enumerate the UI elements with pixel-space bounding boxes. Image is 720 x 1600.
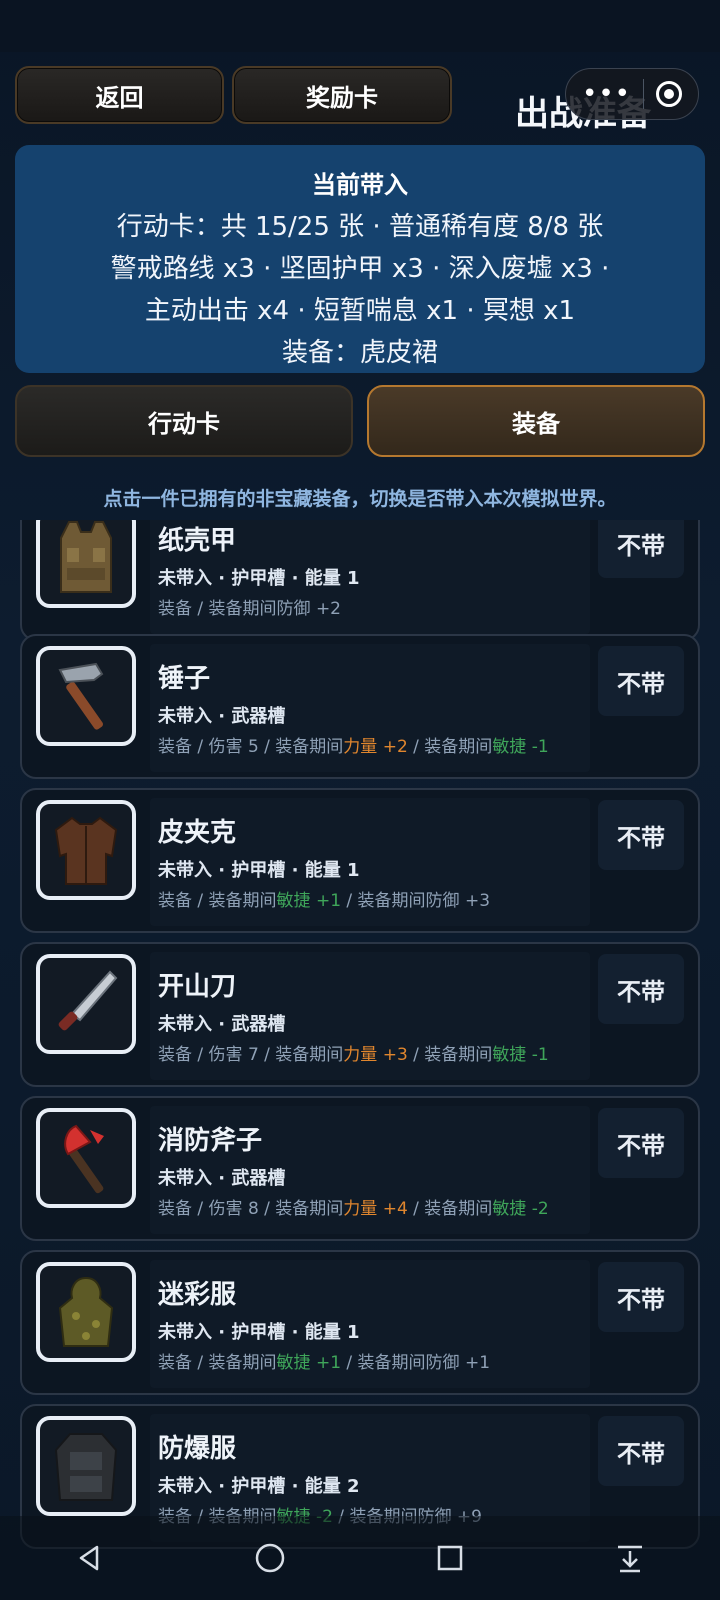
toggle-carry-button[interactable]: 不带 bbox=[598, 646, 684, 716]
item-meta: 未带入 · 护甲槽 · 能量 1 bbox=[158, 860, 360, 881]
ghillie-suit-icon bbox=[58, 1276, 114, 1347]
strength-stat: 力量 +2 bbox=[343, 737, 408, 757]
reward-cards-button[interactable]: 奖励卡 bbox=[232, 66, 452, 124]
item-thumbnail bbox=[36, 954, 136, 1054]
desc-text: / 装备期间防御 +3 bbox=[341, 891, 491, 911]
equipment-card[interactable]: 迷彩服 未带入 · 护甲槽 · 能量 1 装备 / 装备期间敏捷 +1 / 装备… bbox=[20, 1250, 700, 1395]
loadout-heading: 当前带入 bbox=[312, 171, 408, 199]
desc-text: / 装备期间防御 +1 bbox=[341, 1353, 491, 1373]
item-info: 锤子 未带入 · 武器槽 装备 / 伤害 5 / 装备期间力量 +2 / 装备期… bbox=[150, 644, 590, 772]
item-desc: 装备 / 伤害 8 / 装备期间力量 +4 / 装备期间敏捷 -2 bbox=[158, 1194, 549, 1219]
back-label: 返回 bbox=[95, 83, 144, 112]
item-meta: 未带入 · 武器槽 bbox=[158, 1014, 286, 1035]
back-button[interactable]: 返回 bbox=[15, 66, 224, 124]
agility-stat: 敏捷 -2 bbox=[492, 1199, 549, 1219]
item-info: 皮夹克 未带入 · 护甲槽 · 能量 1 装备 / 装备期间敏捷 +1 / 装备… bbox=[150, 798, 590, 926]
item-meta: 未带入 · 武器槽 bbox=[158, 706, 286, 727]
toggle-carry-button[interactable]: 不带 bbox=[598, 1262, 684, 1332]
loadout-line: 装备：虎皮裙 bbox=[281, 338, 438, 368]
item-desc: 装备 / 装备期间敏捷 +1 / 装备期间防御 +1 bbox=[158, 1348, 490, 1373]
status-bar bbox=[0, 0, 720, 52]
equipment-card[interactable]: 开山刀 未带入 · 武器槽 装备 / 伤害 7 / 装备期间力量 +3 / 装备… bbox=[20, 942, 700, 1087]
desc-text: 装备 / 装备期间 bbox=[158, 1353, 277, 1373]
loadout-line: 主动出击 x4 · 短暂喘息 x1 · 冥想 x1 bbox=[144, 296, 576, 326]
item-name: 防爆服 bbox=[158, 1434, 237, 1464]
desc-text: 装备 / 伤害 5 / 装备期间 bbox=[158, 737, 344, 757]
item-desc: 装备 / 伤害 7 / 装备期间力量 +3 / 装备期间敏捷 -1 bbox=[158, 1040, 549, 1065]
item-thumbnail bbox=[36, 646, 136, 746]
tab-label: 装备 bbox=[512, 409, 560, 438]
desc-text: 装备 / 伤害 8 / 装备期间 bbox=[158, 1199, 344, 1219]
vest-icon bbox=[60, 521, 112, 593]
item-name: 开山刀 bbox=[158, 972, 237, 1002]
strength-stat: 力量 +3 bbox=[343, 1045, 408, 1065]
loadout-line: 行动卡：共 15/25 张 · 普通稀有度 8/8 张 bbox=[116, 212, 604, 242]
toggle-carry-button[interactable]: 不带 bbox=[598, 954, 684, 1024]
desc-text: 装备 / 装备期间防御 +2 bbox=[158, 599, 341, 619]
equipment-card[interactable]: 消防斧子 未带入 · 武器槽 装备 / 伤害 8 / 装备期间力量 +4 / 装… bbox=[20, 1096, 700, 1241]
item-name: 消防斧子 bbox=[158, 1126, 263, 1156]
agility-stat: 敏捷 -1 bbox=[492, 1045, 549, 1065]
current-loadout-panel: 当前带入 行动卡：共 15/25 张 · 普通稀有度 8/8 张 警戒路线 x3… bbox=[15, 145, 705, 373]
item-thumbnail bbox=[36, 1416, 136, 1516]
equipment-list[interactable]: 纸壳甲 未带入 · 护甲槽 · 能量 1 装备 / 装备期间防御 +2 不带 锤… bbox=[0, 520, 720, 1600]
item-name: 皮夹克 bbox=[158, 818, 237, 848]
toggle-carry-button[interactable]: 不带 bbox=[598, 520, 684, 578]
item-name: 锤子 bbox=[158, 664, 211, 694]
recents-icon[interactable] bbox=[420, 1528, 480, 1588]
reward-label: 奖励卡 bbox=[306, 83, 378, 112]
item-desc: 装备 / 装备期间敏捷 +1 / 装备期间防御 +3 bbox=[158, 886, 490, 911]
desc-text: 装备 / 伤害 7 / 装备期间 bbox=[158, 1045, 344, 1065]
drawer-icon[interactable] bbox=[600, 1528, 660, 1588]
strength-stat: 力量 +4 bbox=[343, 1199, 408, 1219]
system-nav-bar bbox=[0, 1516, 720, 1600]
more-icon[interactable]: ••• bbox=[582, 79, 631, 109]
desc-text: 装备 / 装备期间 bbox=[158, 891, 277, 911]
desc-text: / 装备期间 bbox=[407, 1045, 493, 1065]
equipment-card[interactable]: 纸壳甲 未带入 · 护甲槽 · 能量 1 装备 / 装备期间防御 +2 不带 bbox=[20, 520, 700, 641]
item-desc: 装备 / 伤害 5 / 装备期间力量 +2 / 装备期间敏捷 -1 bbox=[158, 732, 549, 757]
tab-label: 行动卡 bbox=[148, 409, 220, 438]
item-meta: 未带入 · 护甲槽 · 能量 1 bbox=[158, 1322, 360, 1343]
loadout-line: 警戒路线 x3 · 坚固护甲 x3 · 深入废墟 x3 · bbox=[110, 254, 610, 284]
item-meta: 未带入 · 武器槽 bbox=[158, 1168, 286, 1189]
fire-axe-icon bbox=[64, 1124, 104, 1194]
item-info: 迷彩服 未带入 · 护甲槽 · 能量 1 装备 / 装备期间敏捷 +1 / 装备… bbox=[150, 1260, 590, 1388]
machete-icon bbox=[58, 970, 118, 1031]
tab-equipment[interactable]: 装备 bbox=[367, 385, 705, 457]
item-info: 开山刀 未带入 · 武器槽 装备 / 伤害 7 / 装备期间力量 +3 / 装备… bbox=[150, 952, 590, 1080]
close-target-icon[interactable] bbox=[655, 81, 682, 107]
equipment-card[interactable]: 锤子 未带入 · 武器槽 装备 / 伤害 5 / 装备期间力量 +2 / 装备期… bbox=[20, 634, 700, 779]
item-info: 纸壳甲 未带入 · 护甲槽 · 能量 1 装备 / 装备期间防御 +2 bbox=[150, 520, 590, 634]
home-icon[interactable] bbox=[240, 1528, 300, 1588]
hint-text: 点击一件已拥有的非宝藏装备，切换是否带入本次模拟世界。 bbox=[103, 488, 617, 510]
item-info: 消防斧子 未带入 · 武器槽 装备 / 伤害 8 / 装备期间力量 +4 / 装… bbox=[150, 1106, 590, 1234]
item-desc: 装备 / 装备期间防御 +2 bbox=[158, 594, 341, 619]
toggle-carry-button[interactable]: 不带 bbox=[598, 800, 684, 870]
toggle-carry-button[interactable]: 不带 bbox=[598, 1108, 684, 1178]
item-name: 迷彩服 bbox=[158, 1280, 237, 1310]
back-icon[interactable] bbox=[60, 1528, 120, 1588]
mini-program-capsule[interactable]: ••• bbox=[565, 68, 699, 120]
desc-text: / 装备期间 bbox=[407, 737, 493, 757]
item-thumbnail bbox=[36, 1262, 136, 1362]
item-meta: 未带入 · 护甲槽 · 能量 2 bbox=[158, 1476, 360, 1497]
capsule-divider bbox=[643, 79, 644, 109]
agility-stat: 敏捷 +1 bbox=[276, 1353, 342, 1373]
toggle-carry-button[interactable]: 不带 bbox=[598, 1416, 684, 1486]
agility-stat: 敏捷 +1 bbox=[276, 891, 342, 911]
desc-text: / 装备期间 bbox=[407, 1199, 493, 1219]
item-thumbnail bbox=[36, 1108, 136, 1208]
item-name: 纸壳甲 bbox=[158, 526, 237, 556]
tab-action-cards[interactable]: 行动卡 bbox=[15, 385, 353, 457]
hammer-icon bbox=[58, 662, 104, 730]
item-thumbnail bbox=[36, 800, 136, 900]
item-meta: 未带入 · 护甲槽 · 能量 1 bbox=[158, 568, 360, 589]
bomb-suit-icon bbox=[54, 1433, 118, 1501]
jacket-icon bbox=[54, 816, 118, 885]
equipment-card[interactable]: 皮夹克 未带入 · 护甲槽 · 能量 1 装备 / 装备期间敏捷 +1 / 装备… bbox=[20, 788, 700, 933]
agility-stat: 敏捷 -1 bbox=[492, 737, 549, 757]
item-thumbnail bbox=[36, 520, 136, 608]
